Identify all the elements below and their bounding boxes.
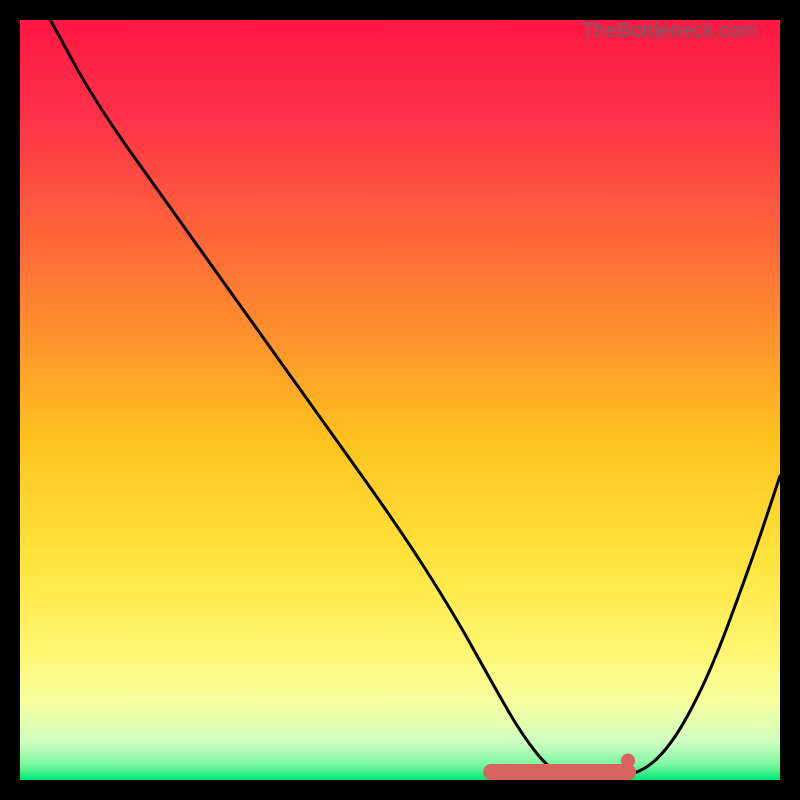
- chart-frame: TheBottleneck.com: [20, 20, 780, 780]
- sweet-spot-dot: [621, 754, 635, 768]
- gradient-background: [20, 20, 780, 780]
- bottleneck-chart: [20, 20, 780, 780]
- watermark-text: TheBottleneck.com: [582, 20, 758, 43]
